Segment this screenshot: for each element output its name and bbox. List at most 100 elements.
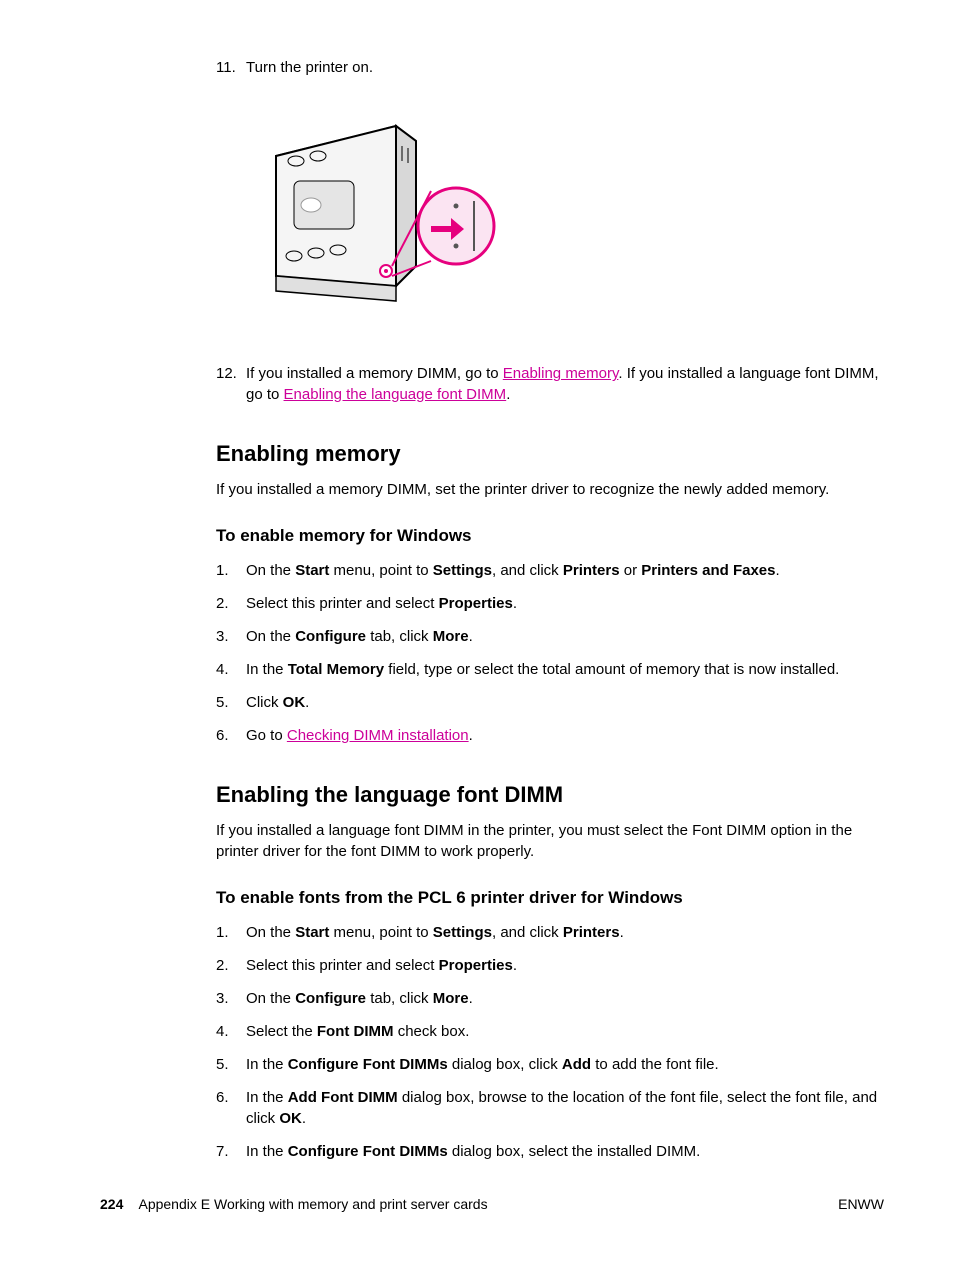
text-fragment: .	[513, 595, 517, 612]
list-number: 1.	[216, 922, 229, 943]
footer-chapter: Appendix E Working with memory and print…	[138, 1196, 487, 1212]
list-item: 3. On the Configure tab, click More.	[216, 988, 884, 1009]
list-number: 6.	[216, 1087, 229, 1108]
text-fragment: dialog box, click	[448, 1056, 562, 1073]
text-fragment: Select this printer and select	[246, 957, 439, 974]
bold-term: Printers	[563, 562, 620, 579]
list-item: 2. Select this printer and select Proper…	[216, 593, 884, 614]
bold-term: Configure Font DIMMs	[288, 1143, 448, 1160]
text-fragment: Select the	[246, 1023, 317, 1040]
printer-illustration-icon	[246, 106, 496, 331]
text-fragment: If you installed a memory DIMM, go to	[246, 365, 503, 382]
text-fragment: .	[469, 727, 473, 744]
subheading-enable-memory-windows: To enable memory for Windows	[216, 526, 884, 546]
text-fragment: In the	[246, 661, 288, 678]
page-number: 224	[100, 1196, 123, 1212]
footer-right: ENWW	[838, 1196, 884, 1212]
list-item: 4. Select the Font DIMM check box.	[216, 1021, 884, 1042]
list-text: If you installed a memory DIMM, go to En…	[246, 365, 879, 402]
bold-term: Properties	[439, 595, 513, 612]
list-item: 5. Click OK.	[216, 692, 884, 713]
text-fragment: .	[469, 628, 473, 645]
list-number: 6.	[216, 725, 229, 746]
list-item: 1. On the Start menu, point to Settings,…	[216, 560, 884, 581]
steps-enable-fonts: 1. On the Start menu, point to Settings,…	[216, 922, 884, 1162]
list-number: 7.	[216, 1141, 229, 1162]
text-fragment: tab, click	[366, 990, 433, 1007]
text-fragment: tab, click	[366, 628, 433, 645]
list-item: 7. In the Configure Font DIMMs dialog bo…	[216, 1141, 884, 1162]
text-fragment: .	[305, 694, 309, 711]
list-item: 3. On the Configure tab, click More.	[216, 626, 884, 647]
bold-term: OK	[283, 694, 306, 711]
list-number: 5.	[216, 1054, 229, 1075]
list-number: 2.	[216, 593, 229, 614]
text-fragment: , and click	[492, 924, 563, 941]
text-fragment: Click	[246, 694, 283, 711]
list-number: 2.	[216, 955, 229, 976]
text-fragment: menu, point to	[329, 924, 432, 941]
list-number: 5.	[216, 692, 229, 713]
printer-figure	[246, 106, 884, 336]
bold-term: More	[433, 628, 469, 645]
bold-term: Configure Font DIMMs	[288, 1056, 448, 1073]
heading-enabling-memory: Enabling memory	[216, 441, 884, 467]
list-item: 2. Select this printer and select Proper…	[216, 955, 884, 976]
text-fragment: check box.	[394, 1023, 470, 1040]
text-fragment: In the	[246, 1089, 288, 1106]
text-fragment: .	[775, 562, 779, 579]
list-number: 11.	[216, 58, 236, 78]
text-fragment: .	[620, 924, 624, 941]
list-item: 6. In the Add Font DIMM dialog box, brow…	[216, 1087, 884, 1129]
list-text: Turn the printer on.	[246, 59, 373, 76]
text-fragment: On the	[246, 990, 295, 1007]
bold-term: More	[433, 990, 469, 1007]
intro-text: If you installed a language font DIMM in…	[216, 820, 884, 862]
continued-list: 11. Turn the printer on.	[216, 58, 884, 78]
bold-term: Start	[295, 924, 329, 941]
list-item: 11. Turn the printer on.	[216, 58, 884, 78]
list-item: 4. In the Total Memory field, type or se…	[216, 659, 884, 680]
link-enabling-memory[interactable]: Enabling memory	[503, 365, 619, 382]
bold-term: Font DIMM	[317, 1023, 394, 1040]
page-footer: 224 Appendix E Working with memory and p…	[100, 1196, 884, 1212]
text-fragment: Go to	[246, 727, 287, 744]
text-fragment: menu, point to	[329, 562, 432, 579]
list-number: 4.	[216, 1021, 229, 1042]
list-number: 3.	[216, 626, 229, 647]
text-fragment: .	[513, 957, 517, 974]
link-enabling-font-dimm[interactable]: Enabling the language font DIMM	[284, 386, 507, 403]
text-fragment: In the	[246, 1056, 288, 1073]
subheading-enable-fonts-pcl6: To enable fonts from the PCL 6 printer d…	[216, 888, 884, 908]
list-item: 1. On the Start menu, point to Settings,…	[216, 922, 884, 943]
bold-term: Configure	[295, 990, 366, 1007]
steps-enable-memory: 1. On the Start menu, point to Settings,…	[216, 560, 884, 746]
heading-enabling-font-dimm: Enabling the language font DIMM	[216, 782, 884, 808]
bold-term: Settings	[433, 924, 492, 941]
list-number: 12.	[216, 364, 237, 384]
intro-text: If you installed a memory DIMM, set the …	[216, 479, 884, 500]
bold-term: Configure	[295, 628, 366, 645]
text-fragment: dialog box, select the installed DIMM.	[448, 1143, 701, 1160]
text-fragment: .	[506, 386, 510, 403]
bold-term: Properties	[439, 957, 513, 974]
bold-term: Start	[295, 562, 329, 579]
bold-term: Add	[562, 1056, 591, 1073]
list-number: 4.	[216, 659, 229, 680]
list-item: 6. Go to Checking DIMM installation.	[216, 725, 884, 746]
text-fragment: .	[302, 1110, 306, 1127]
link-checking-dimm[interactable]: Checking DIMM installation	[287, 727, 469, 744]
text-fragment: On the	[246, 562, 295, 579]
text-fragment: to add the font file.	[591, 1056, 719, 1073]
bold-term: OK	[279, 1110, 302, 1127]
continued-list-2: 12. If you installed a memory DIMM, go t…	[216, 364, 884, 405]
text-fragment: Select this printer and select	[246, 595, 439, 612]
content-column: 11. Turn the printer on.	[216, 58, 884, 1162]
text-fragment: On the	[246, 924, 295, 941]
list-item: 12. If you installed a memory DIMM, go t…	[216, 364, 884, 405]
list-number: 3.	[216, 988, 229, 1009]
bold-term: Settings	[433, 562, 492, 579]
text-fragment: or	[620, 562, 642, 579]
bold-term: Printers	[563, 924, 620, 941]
text-fragment: .	[469, 990, 473, 1007]
